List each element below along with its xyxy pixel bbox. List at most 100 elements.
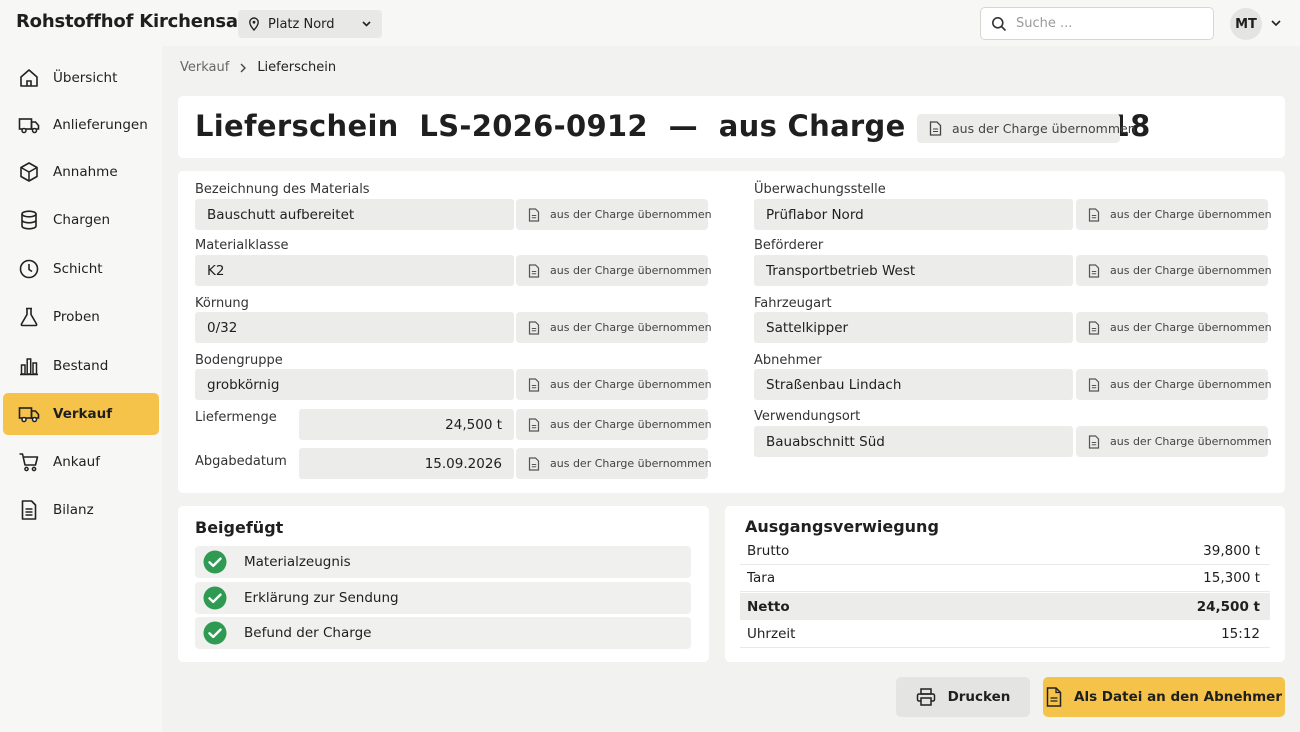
attachments-title: Beigefügt <box>195 518 284 537</box>
sidebar-item-label: Ankauf <box>53 454 100 470</box>
sidebar-item-label: Übersicht <box>53 70 118 86</box>
sidebar-item-label: Schicht <box>53 261 103 277</box>
field-input[interactable]: 15.09.2026 <box>299 448 514 479</box>
weighing-row: Brutto 39,800 t <box>740 538 1270 565</box>
field-input[interactable]: Straßenbau Lindach <box>754 369 1073 400</box>
source-chip[interactable]: aus der Charge übernommen <box>1076 255 1272 286</box>
field-input[interactable]: Bauabschnitt Süd <box>754 426 1073 457</box>
source-chip[interactable]: aus der Charge übernommen <box>1076 369 1272 400</box>
sidebar-item-schicht[interactable]: Schicht <box>3 248 159 290</box>
document-icon <box>528 263 540 278</box>
document-icon <box>1088 320 1100 335</box>
location-label: Platz Nord <box>268 16 335 32</box>
sidebar-item-label: Bilanz <box>53 502 94 518</box>
sidebar-item-label: Annahme <box>53 164 118 180</box>
source-chip[interactable]: aus der Charge übernommen <box>516 255 712 286</box>
field-label: Materialklasse <box>195 238 289 253</box>
source-chip-label: aus der Charge übernommen <box>1110 435 1272 448</box>
check-circle-icon <box>203 621 227 645</box>
field-label: Abnehmer <box>754 353 822 368</box>
field-label: Überwachungsstelle <box>754 182 886 197</box>
sidebar <box>0 46 162 732</box>
field-input[interactable]: Bauschutt aufbereitet <box>195 199 514 230</box>
document-icon <box>528 377 540 392</box>
field-input[interactable]: 24,500 t <box>299 409 514 440</box>
source-chip-label: aus der Charge übernommen <box>1110 208 1272 221</box>
file-document-icon <box>1046 687 1062 707</box>
search-input[interactable] <box>1016 16 1196 31</box>
header-source-chip[interactable]: aus der Charge übernommen <box>917 114 1136 143</box>
sidebar-item-chargen[interactable]: Chargen <box>3 199 159 241</box>
avatar[interactable]: MT <box>1230 8 1262 40</box>
sidebar-item-ankauf[interactable]: Ankauf <box>3 441 159 483</box>
attachment-item[interactable]: Materialzeugnis <box>195 546 691 578</box>
field-label: Abgabedatum <box>195 454 287 469</box>
document-icon <box>1088 263 1100 278</box>
document-icon <box>528 320 540 335</box>
sidebar-item-annahme[interactable]: Annahme <box>3 151 159 193</box>
location-selector[interactable]: Platz Nord <box>238 10 382 38</box>
home-icon <box>18 67 40 89</box>
source-chip-label: aus der Charge übernommen <box>550 457 712 470</box>
source-chip[interactable]: aus der Charge übernommen <box>1076 199 1272 230</box>
print-button-label: Drucken <box>947 689 1011 705</box>
user-menu-chevron-icon[interactable] <box>1270 17 1282 29</box>
field-input[interactable]: Sattelkipper <box>754 312 1073 343</box>
bar-chart-icon <box>18 355 40 377</box>
header-chip-label: aus der Charge übernommen <box>952 121 1136 136</box>
sidebar-item-uebersicht[interactable]: Übersicht <box>3 57 159 99</box>
source-chip[interactable]: aus der Charge übernommen <box>516 312 712 343</box>
source-chip-label: aus der Charge übernommen <box>550 208 712 221</box>
source-chip[interactable]: aus der Charge übernommen <box>1076 312 1272 343</box>
sidebar-item-bilanz[interactable]: Bilanz <box>3 489 159 531</box>
document-icon <box>1088 434 1100 449</box>
sidebar-item-anlieferungen[interactable]: Anlieferungen <box>3 104 159 146</box>
document-icon <box>929 121 942 136</box>
top-bar: Rohstoffhof Kirchensand Platz Nord MT <box>0 0 1300 46</box>
document-icon <box>528 456 540 471</box>
breadcrumb-parent[interactable]: Verkauf <box>180 60 229 75</box>
sidebar-item-label: Chargen <box>53 212 110 228</box>
source-chip[interactable]: aus der Charge übernommen <box>1076 426 1272 457</box>
source-chip[interactable]: aus der Charge übernommen <box>516 448 712 479</box>
check-circle-icon <box>203 550 227 574</box>
source-chip[interactable]: aus der Charge übernommen <box>516 199 712 230</box>
document-icon <box>528 207 540 222</box>
sidebar-item-label: Bestand <box>53 358 109 374</box>
check-circle-icon <box>203 586 227 610</box>
search-box[interactable] <box>980 7 1214 40</box>
attachment-item[interactable]: Befund der Charge <box>195 617 691 649</box>
weighing-title: Ausgangsverwiegung <box>745 517 939 536</box>
truck-icon <box>18 403 40 425</box>
document-icon <box>528 417 540 432</box>
weighing-row: Uhrzeit 15:12 <box>740 621 1270 648</box>
sidebar-item-bestand[interactable]: Bestand <box>3 345 159 387</box>
field-input[interactable]: Prüflabor Nord <box>754 199 1073 230</box>
source-chip[interactable]: aus der Charge übernommen <box>516 409 712 440</box>
breadcrumb: Verkauf Lieferschein <box>180 60 336 75</box>
weighing-label: Netto <box>747 598 790 615</box>
field-input[interactable]: grobkörnig <box>195 369 514 400</box>
source-chip-label: aus der Charge übernommen <box>550 418 712 431</box>
source-chip-label: aus der Charge übernommen <box>1110 378 1272 391</box>
truck-icon <box>18 114 40 136</box>
attachment-item[interactable]: Erklärung zur Sendung <box>195 582 691 614</box>
document-icon <box>18 499 40 521</box>
document-icon <box>1088 207 1100 222</box>
field-label: Beförderer <box>754 238 824 253</box>
field-input[interactable]: 0/32 <box>195 312 514 343</box>
print-button[interactable]: Drucken <box>896 677 1030 717</box>
sidebar-item-verkauf[interactable]: Verkauf <box>3 393 159 435</box>
field-input[interactable]: K2 <box>195 255 514 286</box>
weighing-label: Tara <box>747 570 776 586</box>
attachment-label: Materialzeugnis <box>244 554 351 570</box>
send-file-button[interactable]: Als Datei an den Abnehmer <box>1043 677 1285 717</box>
sidebar-item-label: Anlieferungen <box>53 117 148 133</box>
source-chip-label: aus der Charge übernommen <box>550 378 712 391</box>
source-chip[interactable]: aus der Charge übernommen <box>516 369 712 400</box>
field-input[interactable]: Transportbetrieb West <box>754 255 1073 286</box>
sidebar-item-proben[interactable]: Proben <box>3 296 159 338</box>
attachment-label: Erklärung zur Sendung <box>244 590 399 606</box>
breadcrumb-current: Lieferschein <box>257 60 337 75</box>
field-label: Bezeichnung des Materials <box>195 182 370 197</box>
